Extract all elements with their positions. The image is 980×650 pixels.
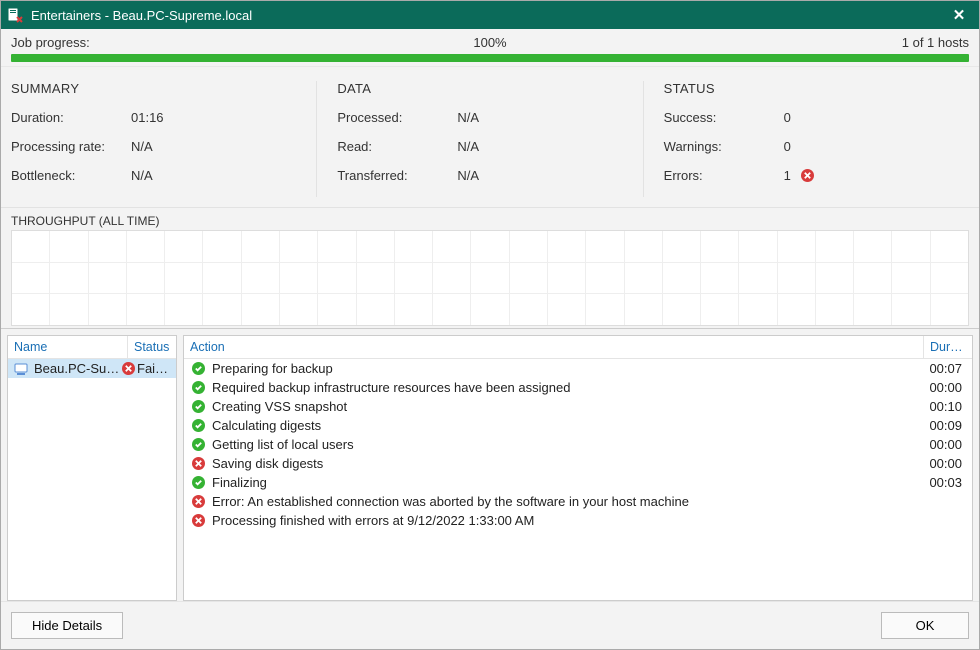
hide-details-button[interactable]: Hide Details [11, 612, 123, 639]
progress-percent: 100% [330, 35, 649, 50]
action-status-icon [190, 438, 206, 451]
host-row[interactable]: Beau.PC-Sup…Fai… [8, 359, 176, 378]
footer: Hide Details OK [1, 601, 979, 649]
action-text: Processing finished with errors at 9/12/… [212, 513, 918, 528]
hosts-list: Beau.PC-Sup…Fai… [8, 359, 176, 600]
success-icon [192, 400, 205, 413]
processed-label: Processed: [337, 110, 457, 125]
success-icon [192, 476, 205, 489]
success-icon [192, 419, 205, 432]
action-row[interactable]: Error: An established connection was abo… [184, 492, 972, 511]
progress-bar [11, 54, 969, 62]
errors-icon [801, 168, 814, 183]
details-split: Name Status Beau.PC-Sup…Fai… Action Dura… [1, 328, 979, 601]
throughput-chart [11, 230, 969, 326]
bottleneck-label: Bottleneck: [11, 168, 131, 183]
action-status-icon [190, 362, 206, 375]
rate-value: N/A [131, 139, 153, 154]
actions-col-duration[interactable]: Dura… [924, 336, 972, 358]
action-row[interactable]: Processing finished with errors at 9/12/… [184, 511, 972, 530]
action-row[interactable]: Creating VSS snapshot00:10 [184, 397, 972, 416]
errors-label: Errors: [664, 168, 784, 183]
status-error-icon [122, 362, 135, 375]
hosts-panel: Name Status Beau.PC-Sup…Fai… [7, 335, 177, 601]
action-text: Required backup infrastructure resources… [212, 380, 918, 395]
success-icon [192, 381, 205, 394]
success-icon [192, 438, 205, 451]
ok-button[interactable]: OK [881, 612, 969, 639]
progress-section: Job progress: 100% 1 of 1 hosts [1, 29, 979, 67]
errors-value: 1 [784, 168, 791, 183]
action-status-icon [190, 514, 206, 527]
summary-column: SUMMARY Duration: 01:16 Processing rate:… [11, 81, 317, 197]
action-duration: 00:03 [918, 475, 966, 490]
action-text: Preparing for backup [212, 361, 918, 376]
status-heading: STATUS [664, 81, 959, 96]
action-text: Creating VSS snapshot [212, 399, 918, 414]
action-row[interactable]: Preparing for backup00:07 [184, 359, 972, 378]
action-status-icon [190, 495, 206, 508]
action-text: Saving disk digests [212, 456, 918, 471]
data-column: DATA Processed: N/A Read: N/A Transferre… [317, 81, 643, 197]
action-duration: 00:00 [918, 456, 966, 471]
action-duration: 00:10 [918, 399, 966, 414]
action-status-icon [190, 476, 206, 489]
host-status: Fai… [122, 361, 170, 376]
action-status-icon [190, 457, 206, 470]
actions-panel: Action Dura… Preparing for backup00:07Re… [183, 335, 973, 601]
status-column: STATUS Success: 0 Warnings: 0 Errors: 1 [644, 81, 969, 197]
warnings-value: 0 [784, 139, 791, 154]
throughput-label: THROUGHPUT (ALL TIME) [11, 214, 969, 228]
hosts-col-status[interactable]: Status [128, 336, 176, 358]
titlebar: Entertainers - Beau.PC-Supreme.local ✕ [1, 1, 979, 29]
host-name: Beau.PC-Sup… [34, 361, 122, 376]
success-label: Success: [664, 110, 784, 125]
stats-panel: SUMMARY Duration: 01:16 Processing rate:… [1, 67, 979, 208]
read-value: N/A [457, 139, 479, 154]
action-row[interactable]: Finalizing00:03 [184, 473, 972, 492]
data-heading: DATA [337, 81, 632, 96]
action-status-icon [190, 381, 206, 394]
success-value: 0 [784, 110, 791, 125]
action-duration: 00:00 [918, 380, 966, 395]
transferred-value: N/A [457, 168, 479, 183]
action-duration: 00:07 [918, 361, 966, 376]
processed-value: N/A [457, 110, 479, 125]
progress-hosts: 1 of 1 hosts [650, 35, 969, 50]
action-text: Error: An established connection was abo… [212, 494, 918, 509]
bottleneck-value: N/A [131, 168, 153, 183]
summary-heading: SUMMARY [11, 81, 306, 96]
window-title: Entertainers - Beau.PC-Supreme.local [31, 8, 945, 23]
action-row[interactable]: Calculating digests00:09 [184, 416, 972, 435]
action-status-icon [190, 419, 206, 432]
rate-label: Processing rate: [11, 139, 131, 154]
action-status-icon [190, 400, 206, 413]
error-icon [192, 514, 205, 527]
throughput-section: THROUGHPUT (ALL TIME) [1, 208, 979, 328]
success-icon [192, 362, 205, 375]
error-icon [192, 495, 205, 508]
read-label: Read: [337, 139, 457, 154]
transferred-label: Transferred: [337, 168, 457, 183]
action-text: Getting list of local users [212, 437, 918, 452]
duration-value: 01:16 [131, 110, 164, 125]
job-dialog: Entertainers - Beau.PC-Supreme.local ✕ J… [0, 0, 980, 650]
actions-list: Preparing for backup00:07Required backup… [184, 359, 972, 600]
host-icon [14, 362, 30, 376]
actions-col-action[interactable]: Action [184, 336, 924, 358]
action-duration: 00:00 [918, 437, 966, 452]
duration-label: Duration: [11, 110, 131, 125]
error-icon [192, 457, 205, 470]
action-row[interactable]: Saving disk digests00:00 [184, 454, 972, 473]
close-icon[interactable]: ✕ [945, 1, 973, 29]
action-text: Finalizing [212, 475, 918, 490]
action-text: Calculating digests [212, 418, 918, 433]
app-icon [7, 7, 23, 23]
action-row[interactable]: Getting list of local users00:00 [184, 435, 972, 454]
warnings-label: Warnings: [664, 139, 784, 154]
action-row[interactable]: Required backup infrastructure resources… [184, 378, 972, 397]
progress-label: Job progress: [11, 35, 330, 50]
action-duration: 00:09 [918, 418, 966, 433]
hosts-col-name[interactable]: Name [8, 336, 128, 358]
